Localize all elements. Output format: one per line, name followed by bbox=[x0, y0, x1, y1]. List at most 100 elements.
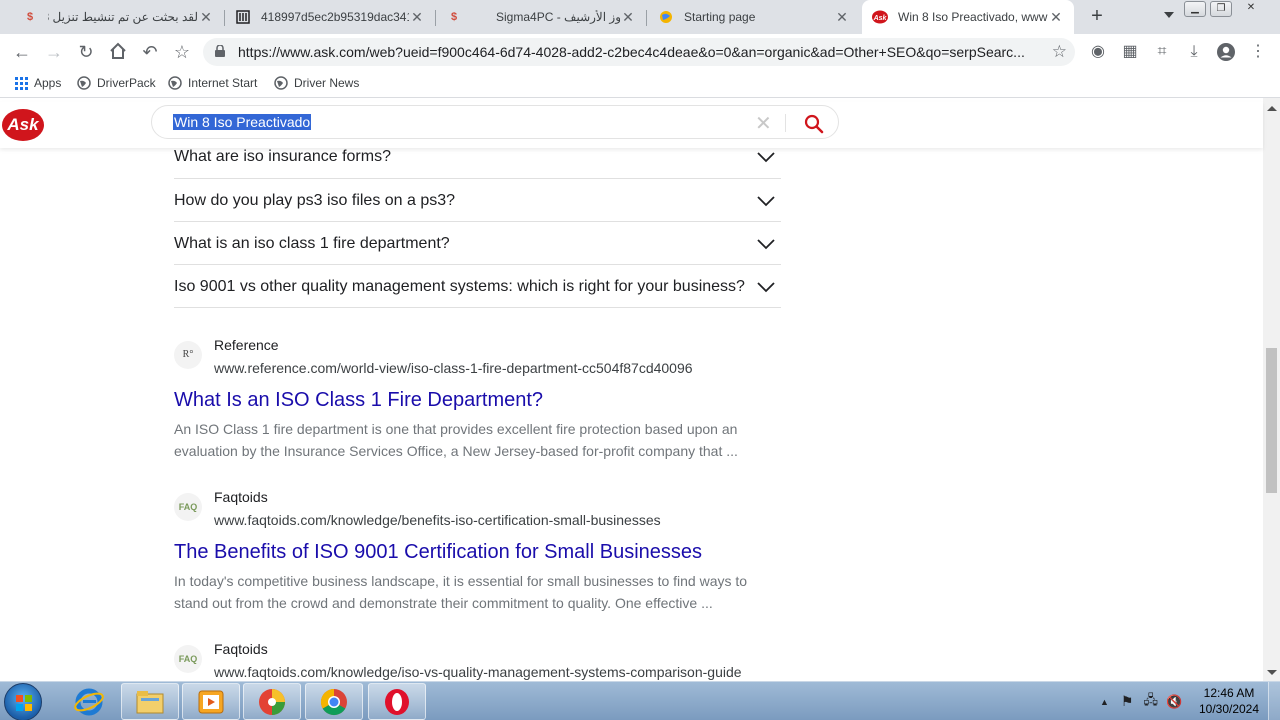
show-hidden-icons-icon[interactable]: ▲ bbox=[1100, 697, 1109, 707]
faq-item[interactable]: What is an iso class 1 fire department? bbox=[174, 222, 781, 265]
tab-1[interactable]: $ لقد بحثت عن تم تنشيط تنزيل ISO 8 ✕ bbox=[12, 0, 224, 34]
media-player-icon[interactable] bbox=[182, 683, 240, 720]
result-url[interactable]: www.faqtoids.com/knowledge/benefits-iso-… bbox=[214, 512, 661, 528]
results-content: What are iso insurance forms? How do you… bbox=[0, 148, 1263, 681]
scroll-up-arrow-icon[interactable] bbox=[1267, 106, 1277, 111]
faq-question: Iso 9001 vs other quality management sys… bbox=[174, 278, 745, 295]
result-source[interactable]: Reference bbox=[214, 337, 279, 353]
result-title-link[interactable]: The Benefits of ISO 9001 Certification f… bbox=[174, 541, 702, 564]
undo-icon[interactable]: ↶ bbox=[140, 42, 160, 62]
start-button[interactable] bbox=[4, 683, 42, 720]
address-bar[interactable]: https://www.ask.com/web?ueid=f900c464-6d… bbox=[203, 38, 1075, 66]
scroll-thumb[interactable] bbox=[1266, 348, 1277, 493]
search-result: R° Reference www.reference.com/world-vie… bbox=[174, 337, 774, 467]
scroll-down-arrow-icon[interactable] bbox=[1267, 670, 1277, 675]
search-box[interactable]: Win 8 Iso Preactivado ✕ bbox=[151, 105, 839, 139]
search-result: FAQ Faqtoids www.faqtoids.com/knowledge/… bbox=[174, 489, 774, 619]
volume-muted-icon[interactable]: 🔇 bbox=[1166, 694, 1182, 710]
extension-grid-icon[interactable]: ▦ bbox=[1120, 42, 1140, 62]
site-logo: R° bbox=[174, 341, 202, 369]
back-arrow-icon[interactable]: ← bbox=[12, 42, 32, 62]
search-input[interactable]: Win 8 Iso Preactivado bbox=[173, 114, 312, 130]
result-url[interactable]: www.reference.com/world-view/iso-class-1… bbox=[214, 360, 693, 376]
tab-title: Win 8 Iso Preactivado, www bbox=[898, 10, 1048, 24]
bookmark-label: DriverPack bbox=[97, 76, 156, 90]
tab-title: Sigma4PC - وينيوز الأرشيف bbox=[496, 10, 620, 24]
result-title-link[interactable]: What Is an ISO Class 1 Fire Department? bbox=[174, 389, 543, 412]
faq-item[interactable]: How do you play ps3 iso files on a ps3? bbox=[174, 179, 781, 222]
faq-question: How do you play ps3 iso files on a ps3? bbox=[174, 192, 456, 209]
clock-date: 10/30/2024 bbox=[1198, 702, 1260, 716]
tab-title: 418997d5ec2b95319dac341 bbox=[261, 10, 409, 24]
close-icon[interactable]: ✕ bbox=[834, 9, 850, 26]
tab-5-active[interactable]: Ask Win 8 Iso Preactivado, www ✕ bbox=[862, 0, 1074, 34]
show-desktop-button[interactable] bbox=[1268, 682, 1280, 720]
divider bbox=[785, 114, 786, 132]
tab-title: Starting page bbox=[684, 10, 756, 24]
profile-avatar-icon[interactable] bbox=[1216, 42, 1236, 62]
vertical-scrollbar[interactable] bbox=[1263, 98, 1280, 681]
close-icon[interactable]: ✕ bbox=[198, 9, 214, 26]
tab-4[interactable]: Starting page ✕ bbox=[648, 0, 860, 34]
close-icon[interactable]: ✕ bbox=[409, 9, 425, 26]
clock-time: 12:46 AM bbox=[1203, 686, 1255, 700]
ask-icon: Ask bbox=[872, 9, 888, 25]
faq-item[interactable]: Iso 9001 vs other quality management sys… bbox=[174, 265, 781, 308]
result-snippet: An ISO Class 1 fire department is one th… bbox=[174, 421, 738, 459]
archive-building-icon bbox=[235, 9, 251, 25]
restore-button[interactable]: ❐ bbox=[1210, 1, 1232, 17]
bookmark-star-icon[interactable]: ☆ bbox=[172, 42, 192, 62]
result-source[interactable]: Faqtoids bbox=[214, 641, 268, 657]
network-icon[interactable]: 🖧 bbox=[1143, 691, 1158, 713]
bookmark-driver-news[interactable]: Driver News bbox=[274, 76, 359, 90]
chrome-icon[interactable] bbox=[305, 683, 363, 720]
tab-2[interactable]: 418997d5ec2b95319dac341 ✕ bbox=[225, 0, 435, 34]
home-icon[interactable] bbox=[108, 42, 128, 62]
new-tab-button[interactable]: + bbox=[1086, 6, 1108, 28]
windows-taskbar: ▲ ⚑ 🖧 🔇 12:46 AM 10/30/2024 bbox=[0, 681, 1280, 720]
file-explorer-icon[interactable] bbox=[121, 683, 179, 720]
search-icon[interactable] bbox=[804, 114, 824, 134]
clear-icon[interactable]: ✕ bbox=[755, 111, 772, 136]
bookmark-internet-start[interactable]: Internet Start bbox=[168, 76, 257, 90]
globe-icon bbox=[274, 76, 288, 90]
url-text: https://www.ask.com/web?ueid=f900c464-6d… bbox=[238, 44, 1025, 60]
windows-logo-icon bbox=[16, 695, 32, 711]
result-source[interactable]: Faqtoids bbox=[214, 489, 268, 505]
reload-icon[interactable]: ↻ bbox=[76, 42, 96, 62]
faq-question: What is an iso class 1 fire department? bbox=[174, 235, 450, 252]
faq-question: What are iso insurance forms? bbox=[174, 148, 391, 165]
extension-globe-icon[interactable]: ◉ bbox=[1088, 42, 1108, 62]
result-url[interactable]: www.faqtoids.com/knowledge/iso-vs-qualit… bbox=[214, 664, 742, 680]
system-clock[interactable]: 12:46 AM 10/30/2024 bbox=[1192, 685, 1266, 717]
close-icon[interactable]: ✕ bbox=[620, 9, 636, 26]
faq-item[interactable]: What are iso insurance forms? bbox=[174, 148, 781, 179]
close-window-button[interactable]: ✕ bbox=[1240, 1, 1262, 17]
lock-icon bbox=[215, 45, 225, 57]
star-icon[interactable]: ☆ bbox=[1052, 42, 1067, 62]
chevron-down-icon bbox=[757, 196, 775, 207]
minimize-button[interactable]: ▁ bbox=[1184, 1, 1206, 17]
apps-grid-icon bbox=[15, 76, 28, 90]
crop-icon[interactable]: ⌗ bbox=[1152, 42, 1172, 62]
globe-icon bbox=[77, 76, 91, 90]
tab-search-dropdown-icon[interactable] bbox=[1164, 12, 1174, 18]
search-result: FAQ Faqtoids www.faqtoids.com/knowledge/… bbox=[174, 641, 774, 681]
kebab-menu-icon[interactable]: ⋮ bbox=[1248, 42, 1268, 62]
result-snippet: In today's competitive business landscap… bbox=[174, 573, 748, 611]
tab-title: لقد بحثت عن تم تنشيط تنزيل ISO 8 bbox=[48, 10, 198, 24]
chevron-down-icon bbox=[757, 282, 775, 293]
forward-arrow-icon[interactable]: → bbox=[44, 42, 64, 62]
internet-explorer-icon[interactable] bbox=[60, 683, 118, 720]
bookmark-apps[interactable]: Apps bbox=[15, 76, 61, 90]
bookmark-driverpack[interactable]: DriverPack bbox=[77, 76, 156, 90]
opera-icon[interactable] bbox=[368, 683, 426, 720]
drivers-app-icon[interactable] bbox=[243, 683, 301, 720]
action-center-flag-icon[interactable]: ⚑ bbox=[1121, 693, 1134, 710]
chevron-down-icon bbox=[757, 239, 775, 250]
close-icon[interactable]: ✕ bbox=[1048, 9, 1064, 26]
bookmarks-bar: Apps DriverPack Internet Start Driver Ne… bbox=[0, 70, 1280, 98]
download-icon[interactable]: ⤓ bbox=[1184, 42, 1204, 62]
ask-logo[interactable]: Ask bbox=[2, 109, 44, 141]
tab-3[interactable]: $ Sigma4PC - وينيوز الأرشيف ✕ bbox=[436, 0, 646, 34]
